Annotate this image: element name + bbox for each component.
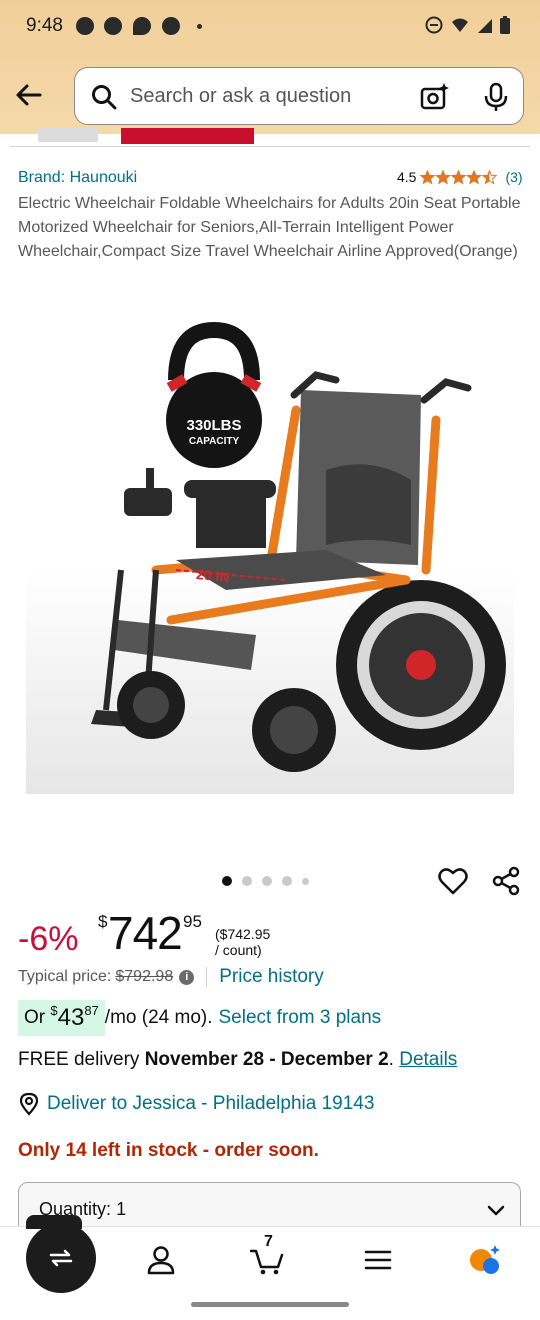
rating-summary[interactable]: 4.5 (3) xyxy=(397,169,523,185)
unit-price: ($742.95 / count) xyxy=(215,926,271,958)
monthly-suffix: /mo (24 mo). xyxy=(104,1007,213,1028)
search-input[interactable]: Search or ask a question xyxy=(130,85,351,108)
share-icon[interactable] xyxy=(492,866,520,896)
search-bar[interactable]: Search or ask a question xyxy=(74,67,524,125)
signal-icon xyxy=(478,19,492,33)
rating-stars-icon xyxy=(420,169,498,184)
price-currency: $ xyxy=(98,912,108,931)
price-fraction: 95 xyxy=(183,912,202,931)
switch-button[interactable] xyxy=(26,1215,96,1293)
deal-badge xyxy=(121,128,254,144)
search-icon xyxy=(92,85,117,110)
select-plans-link[interactable]: Select from 3 plans xyxy=(219,1007,382,1029)
camera-sparkle-icon[interactable] xyxy=(420,82,450,112)
brand-link[interactable]: Brand: Haunouki xyxy=(18,169,137,187)
rating-value: 4.5 xyxy=(397,169,417,185)
divider xyxy=(10,146,530,147)
more-notifications-dot xyxy=(197,24,202,29)
messenger-icon xyxy=(76,17,94,35)
status-time: 9:48 xyxy=(26,15,63,36)
fab-tab xyxy=(26,1215,82,1229)
arrow-left-icon[interactable] xyxy=(12,78,46,112)
quantity-value: 1 xyxy=(116,1199,127,1219)
weather-icon xyxy=(162,17,180,35)
switch-icon xyxy=(49,1249,73,1267)
wifi-icon xyxy=(452,18,468,32)
heart-icon[interactable] xyxy=(438,866,468,896)
delivery-period: . xyxy=(388,1049,394,1070)
stock-warning: Only 14 left in stock - order soon. xyxy=(18,1140,319,1161)
account-icon[interactable] xyxy=(144,1243,178,1277)
messenger-icon xyxy=(104,17,122,35)
battery-icon xyxy=(500,16,510,34)
kettlebell-graphic: 330LBS CAPACITY xyxy=(166,321,262,468)
monthly-fraction: 87 xyxy=(84,1002,99,1018)
monthly-whole: 43 xyxy=(57,1004,85,1031)
delivery-info: FREE delivery November 28 - December 2. … xyxy=(18,1049,457,1071)
sponsored-peek-row xyxy=(0,118,540,146)
rufus-icon[interactable] xyxy=(468,1243,502,1277)
product-image[interactable]: 20 IN 330LBS CAPACITY xyxy=(26,320,514,794)
typical-price-row: Typical price: $792.98 i Price history xyxy=(18,966,324,988)
gesture-home-bar[interactable] xyxy=(191,1302,349,1307)
do-not-disturb-icon xyxy=(425,16,443,34)
carousel-dot[interactable] xyxy=(242,876,252,886)
carousel-dot[interactable] xyxy=(262,876,272,886)
carousel-dot[interactable] xyxy=(302,877,309,885)
discount-percent: -6% xyxy=(18,920,79,958)
deliver-to-text: Deliver to Jessica - Philadelphia 19143 xyxy=(47,1093,375,1114)
cart-icon[interactable] xyxy=(250,1243,284,1277)
monthly-prefix: Or xyxy=(24,1007,46,1028)
price-whole: 742 xyxy=(108,907,183,959)
info-icon[interactable]: i xyxy=(179,969,195,985)
carousel-dot[interactable] xyxy=(222,876,232,886)
location-pin-icon xyxy=(19,1092,39,1116)
image-carousel-dots[interactable] xyxy=(222,876,309,886)
carousel-dot[interactable] xyxy=(282,876,292,886)
weight-capacity-text: 330LBS xyxy=(186,417,241,434)
typical-price-value: $792.98 xyxy=(115,968,174,985)
typical-price-label: Typical price: xyxy=(18,968,112,985)
delivery-dates: November 28 - December 2 xyxy=(144,1049,389,1070)
peek-thumbnail xyxy=(38,128,98,142)
rating-count: (3) xyxy=(505,169,523,185)
chat-bubble-icon xyxy=(133,17,151,35)
chevron-down-icon xyxy=(487,1205,505,1216)
monthly-currency: $ xyxy=(50,1002,58,1018)
deliver-to-location[interactable]: Deliver to Jessica - Philadelphia 19143 xyxy=(18,1092,374,1116)
product-title: Electric Wheelchair Foldable Wheelchairs… xyxy=(18,195,521,260)
capacity-label: CAPACITY xyxy=(189,436,240,447)
microphone-icon[interactable] xyxy=(483,82,509,112)
monthly-payment-row: Or $ 43 87 /mo (24 mo). Select from 3 pl… xyxy=(18,1000,381,1036)
menu-icon[interactable] xyxy=(361,1243,395,1277)
divider xyxy=(206,967,208,987)
monthly-price-badge: Or $ 43 87 xyxy=(18,1000,105,1036)
price-history-link[interactable]: Price history xyxy=(219,966,324,988)
delivery-prefix: FREE delivery xyxy=(18,1049,140,1070)
status-bar: 9:48 xyxy=(0,0,540,52)
delivery-details-link[interactable]: Details xyxy=(399,1049,457,1070)
app-header: 9:48 Search or ask a question xyxy=(0,0,540,134)
